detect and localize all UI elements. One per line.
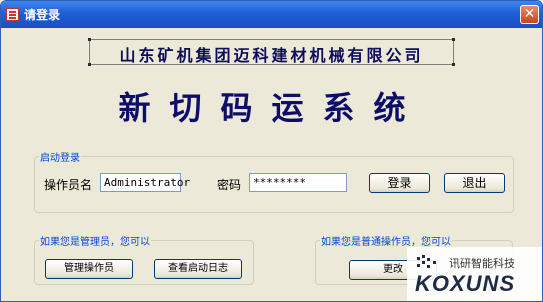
- system-title: 新切码运系统: [118, 89, 425, 127]
- user-group-legend: 如果您是普通操作员，您可以: [321, 237, 451, 248]
- exit-button[interactable]: 退出: [444, 173, 505, 193]
- app-icon: [6, 8, 19, 21]
- corner-marker: [452, 38, 455, 41]
- password-input[interactable]: ********: [249, 173, 347, 192]
- manage-operators-button[interactable]: 管理操作员: [45, 259, 133, 279]
- login-window: 请登录 ✕ 山东矿机集团迈科建材机械有限公司 新切码运系统 启动登录 操作员名 …: [0, 0, 543, 302]
- watermark-logo-icon: [417, 255, 436, 268]
- title-bar[interactable]: 请登录 ✕: [1, 1, 542, 28]
- company-name-box: 山东矿机集团迈科建材机械有限公司: [88, 38, 455, 66]
- operator-input[interactable]: Administrator: [100, 173, 190, 192]
- operator-label: 操作员名: [44, 178, 93, 192]
- login-button[interactable]: 登录: [369, 173, 430, 193]
- corner-marker: [88, 38, 91, 41]
- company-name: 山东矿机集团迈科建材机械有限公司: [119, 46, 424, 65]
- login-group-legend: 启动登录: [40, 153, 80, 164]
- admin-group-legend: 如果您是管理员，您可以: [40, 237, 150, 248]
- watermark-cn-text: 讯研智能科技: [449, 257, 515, 270]
- watermark: 讯研智能科技 KOXUNS: [407, 247, 542, 301]
- view-log-button[interactable]: 查看启动日志: [154, 259, 242, 279]
- close-button[interactable]: ✕: [520, 5, 539, 24]
- watermark-en-text: KOXUNS: [415, 271, 516, 296]
- password-label: 密码: [217, 178, 242, 192]
- window-title: 请登录: [24, 8, 61, 22]
